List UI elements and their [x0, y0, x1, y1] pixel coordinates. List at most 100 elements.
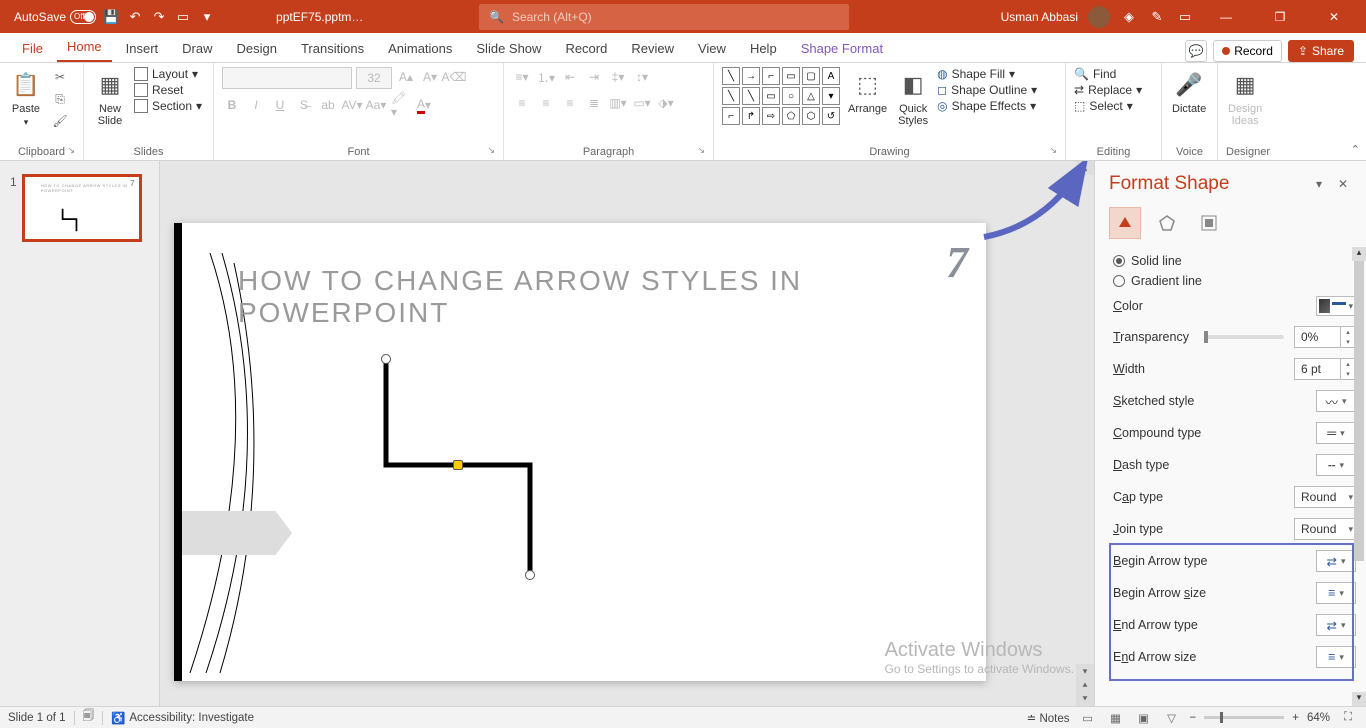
reset-button[interactable]: Reset	[134, 83, 202, 97]
smartart-icon[interactable]: ⬗▾	[656, 93, 676, 113]
pane-close-icon[interactable]: ✕	[1334, 175, 1352, 193]
maximize-button[interactable]: ❐	[1258, 0, 1302, 33]
shape-textbox-icon[interactable]: A	[822, 67, 840, 85]
shape-hex-icon[interactable]: ⬡	[802, 107, 820, 125]
handle-start[interactable]	[381, 354, 391, 364]
pane-scrollbar[interactable]: ▴ ▾	[1352, 247, 1366, 706]
slide-indicator[interactable]: Slide 1 of 1	[8, 712, 66, 724]
scroll-down-icon[interactable]: ▾	[1352, 692, 1366, 706]
highlight-icon[interactable]: 🖍▾	[390, 95, 410, 115]
shape-triangle-icon[interactable]: △	[802, 87, 820, 105]
effects-tab[interactable]	[1151, 207, 1183, 239]
tab-insert[interactable]: Insert	[116, 35, 169, 62]
fit-window-icon[interactable]: ⛶	[1338, 710, 1358, 726]
arrange-button[interactable]: ⬚Arrange	[846, 67, 889, 117]
strike-icon[interactable]: S̶	[294, 95, 314, 115]
handle-end[interactable]	[525, 570, 535, 580]
shape-oval-icon[interactable]: ○	[782, 87, 800, 105]
shape-fill-button[interactable]: ◍Shape Fill ▾	[937, 67, 1037, 81]
shape-arrow2-icon[interactable]: ↱	[742, 107, 760, 125]
qat-more-icon[interactable]: ▾	[198, 8, 216, 26]
ribbon-mode-icon[interactable]: ▭	[1176, 8, 1194, 26]
case-icon[interactable]: Aa▾	[366, 95, 386, 115]
indent-inc-icon[interactable]: ⇥	[584, 67, 604, 87]
collapse-ribbon-icon[interactable]: ⌃	[1351, 143, 1360, 156]
shape-rect-icon[interactable]: ▭	[782, 67, 800, 85]
font-color-icon[interactable]: A▾	[414, 95, 434, 115]
bullets-icon[interactable]: ≡▾	[512, 67, 532, 87]
join-select[interactable]: Round▾	[1294, 518, 1356, 540]
end-arrow-size-picker[interactable]: ≡▾	[1316, 646, 1356, 668]
replace-button[interactable]: ⇄Replace ▾	[1074, 83, 1142, 97]
cap-select[interactable]: Round▾	[1294, 486, 1356, 508]
increase-font-icon[interactable]: A▴	[396, 67, 416, 87]
scroll-thumb[interactable]	[1354, 261, 1364, 561]
begin-arrow-type-picker[interactable]: ⇄▾	[1316, 550, 1356, 572]
shape-effects-button[interactable]: ◎Shape Effects ▾	[937, 99, 1037, 113]
shapes-gallery[interactable]: ╲→⌐▭▢A ╲╲▭○△▾ ⌐↱⇨⬠⬡↺	[722, 67, 840, 125]
transparency-slider[interactable]	[1204, 335, 1285, 339]
zoom-in-icon[interactable]: +	[1292, 712, 1299, 724]
tab-shape-format[interactable]: Shape Format	[791, 35, 893, 62]
transparency-input[interactable]: 0%▴▾	[1294, 326, 1356, 348]
layout-button[interactable]: Layout ▾	[134, 67, 202, 81]
find-button[interactable]: 🔍Find	[1074, 67, 1142, 81]
font-launcher-icon[interactable]: ↘	[487, 145, 495, 156]
language-icon[interactable]: 🗐	[83, 708, 95, 727]
quick-styles-button[interactable]: ◧Quick Styles	[895, 67, 931, 129]
clear-format-icon[interactable]: A⌫	[444, 67, 464, 87]
shape-curve-icon[interactable]: ↺	[822, 107, 840, 125]
indent-dec-icon[interactable]: ⇤	[560, 67, 580, 87]
compound-picker[interactable]: ═▾	[1316, 422, 1356, 444]
select-button[interactable]: ⬚Select ▾	[1074, 99, 1142, 113]
design-ideas-button[interactable]: ▦Design Ideas	[1226, 67, 1264, 129]
tab-home[interactable]: Home	[57, 33, 112, 62]
drawing-launcher-icon[interactable]: ↘	[1049, 145, 1057, 156]
pane-options-icon[interactable]: ▾	[1310, 175, 1328, 193]
zoom-slider[interactable]	[1204, 716, 1284, 719]
shape-connector-icon[interactable]: ╲	[742, 87, 760, 105]
font-family-select[interactable]	[222, 67, 352, 89]
record-button[interactable]: Record	[1213, 40, 1282, 62]
tab-view[interactable]: View	[688, 35, 736, 62]
shape-l-icon[interactable]: ⌐	[722, 107, 740, 125]
save-icon[interactable]: 💾	[102, 8, 120, 26]
shape-more-icon[interactable]: ▾	[822, 87, 840, 105]
redo-icon[interactable]: ↷	[150, 8, 168, 26]
zoom-out-icon[interactable]: −	[1190, 712, 1197, 724]
width-input[interactable]: 6 pt▴▾	[1294, 358, 1356, 380]
shape-outline-button[interactable]: ◻Shape Outline ▾	[937, 83, 1037, 97]
underline-icon[interactable]: U	[270, 95, 290, 115]
sorter-view-icon[interactable]: ▦	[1106, 710, 1126, 726]
bold-icon[interactable]: B	[222, 95, 242, 115]
shape-pentagon-icon[interactable]: ⬠	[782, 107, 800, 125]
dash-picker[interactable]: ╌▾	[1316, 454, 1356, 476]
line-spacing-icon[interactable]: ‡▾	[608, 67, 628, 87]
align-text-icon[interactable]: ▭▾	[632, 93, 652, 113]
diamond-icon[interactable]: ◈	[1120, 8, 1138, 26]
autosave-toggle[interactable]: AutoSave Off	[14, 10, 96, 24]
reading-view-icon[interactable]: ▣	[1134, 710, 1154, 726]
scroll-up-icon[interactable]: ▴	[1352, 247, 1366, 261]
align-left-icon[interactable]: ≡	[512, 93, 532, 113]
tab-transitions[interactable]: Transitions	[291, 35, 374, 62]
copy-icon[interactable]: ⎘	[50, 89, 70, 109]
handle-middle[interactable]	[453, 460, 463, 470]
slide-canvas[interactable]: HOW TO CHANGE ARROW STYLES IN POWERPOINT…	[174, 223, 986, 681]
accessibility-status[interactable]: Accessibility: Investigate	[129, 712, 254, 724]
slide-area[interactable]: HOW TO CHANGE ARROW STYLES IN POWERPOINT…	[160, 161, 1094, 706]
new-slide-button[interactable]: ▦New Slide	[92, 67, 128, 129]
undo-icon[interactable]: ↶	[126, 8, 144, 26]
tab-slideshow[interactable]: Slide Show	[466, 35, 551, 62]
search-box[interactable]: 🔍 Search (Alt+Q)	[479, 4, 849, 30]
shape-block-icon[interactable]: ⇨	[762, 107, 780, 125]
slideshow-view-icon[interactable]: ▽	[1162, 710, 1182, 726]
justify-icon[interactable]: ≣	[584, 93, 604, 113]
shape-line2-icon[interactable]: ╲	[722, 87, 740, 105]
shape-roundrect-icon[interactable]: ▢	[802, 67, 820, 85]
tab-file[interactable]: File	[12, 35, 53, 62]
begin-arrow-size-picker[interactable]: ≡▾	[1316, 582, 1356, 604]
shape-arrow-icon[interactable]: →	[742, 67, 760, 85]
shadow-icon[interactable]: ab	[318, 95, 338, 115]
comments-icon[interactable]: 💬	[1185, 40, 1207, 62]
